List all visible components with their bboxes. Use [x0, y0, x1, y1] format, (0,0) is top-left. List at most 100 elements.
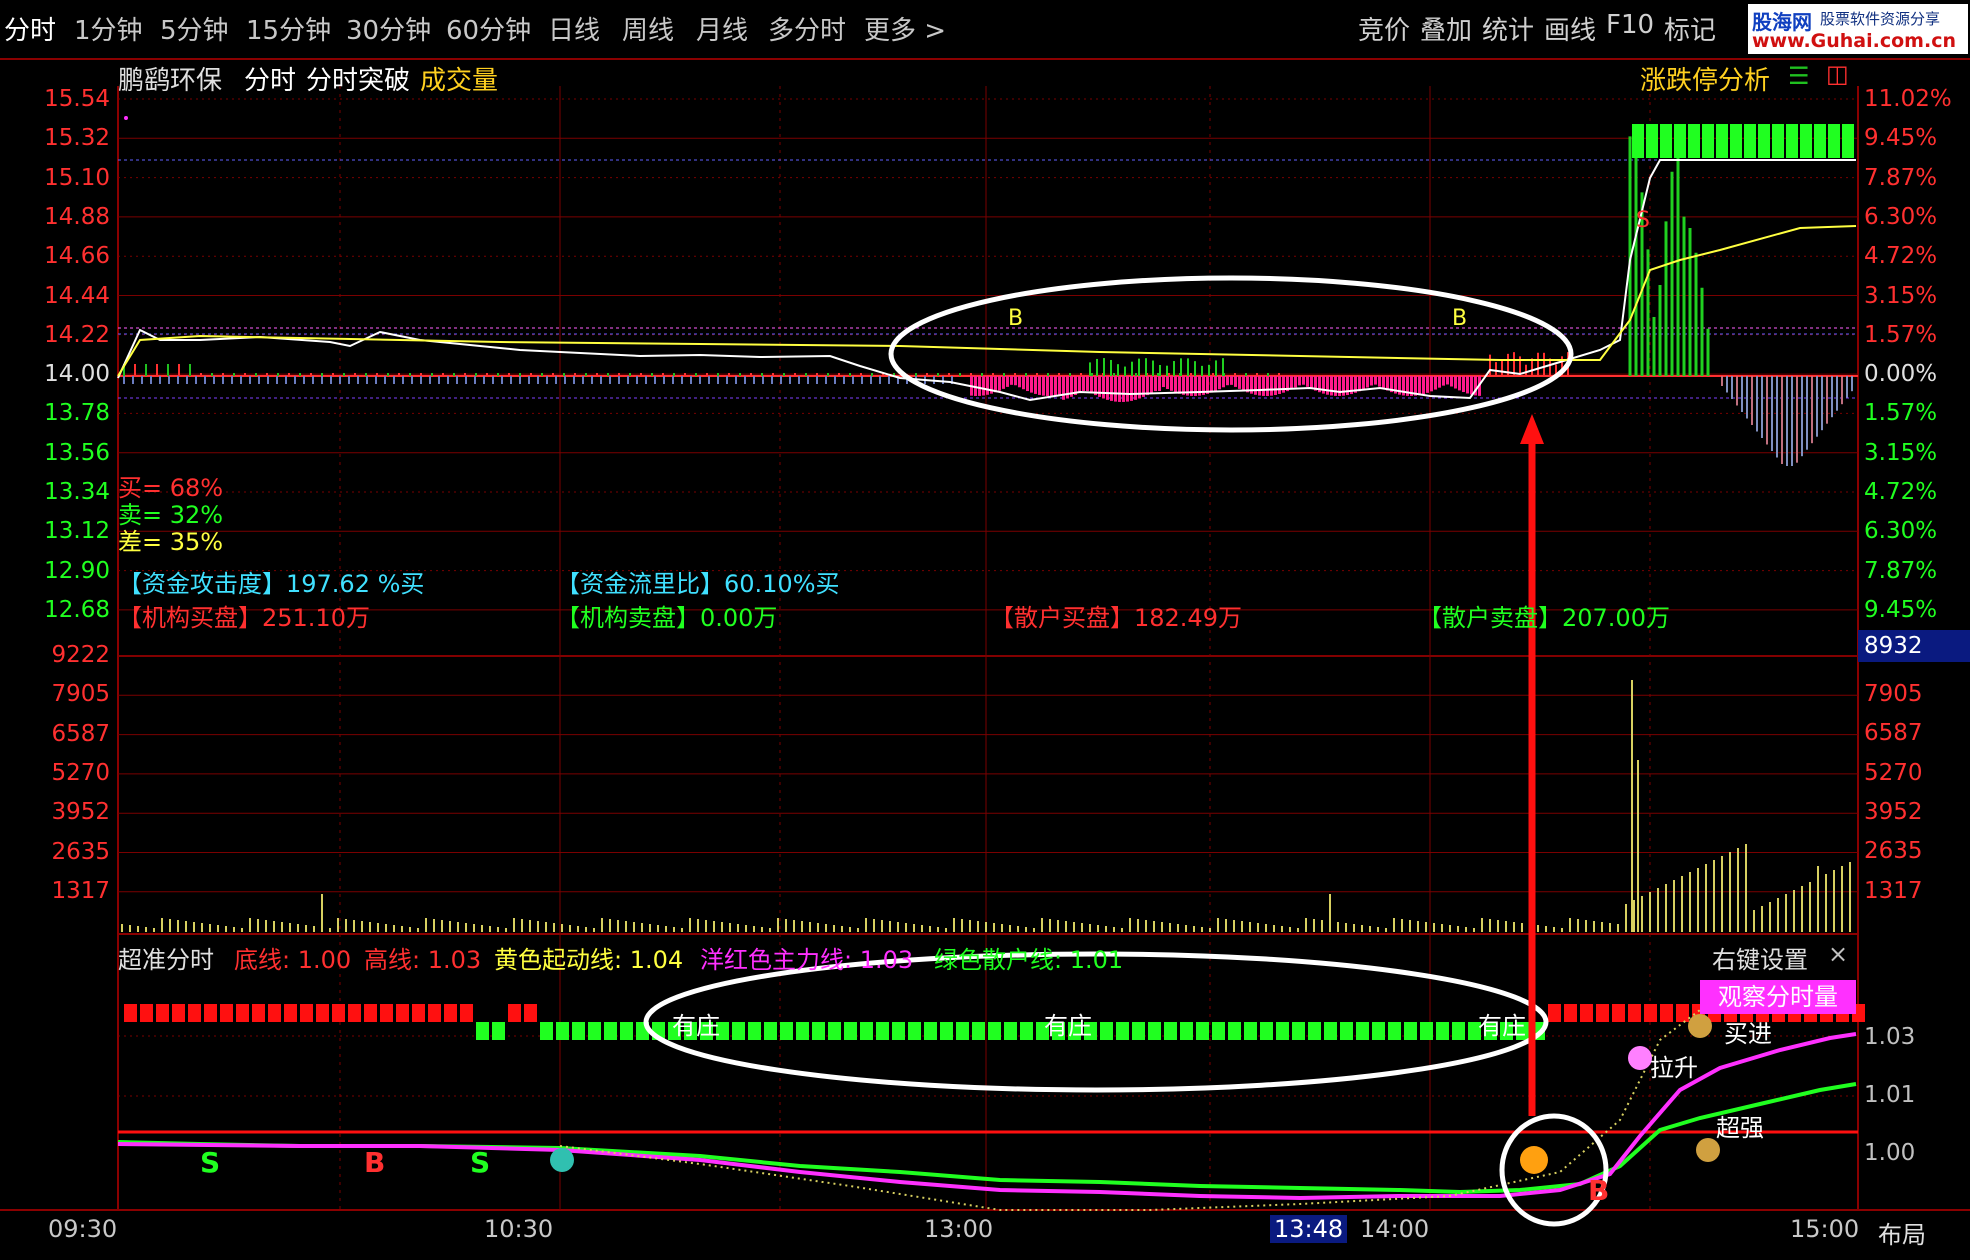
trend-bar — [444, 1004, 457, 1022]
money-flow-bar — [1102, 376, 1105, 399]
trend-bar — [252, 1004, 265, 1022]
trend-bar — [780, 1022, 793, 1040]
trend-bar — [812, 1022, 825, 1040]
money-flow-bar — [1162, 376, 1165, 388]
trend-bar — [956, 1022, 969, 1040]
money-flow-bar — [1418, 376, 1421, 396]
money-flow-bar — [1374, 376, 1377, 385]
money-flow-bar — [1294, 376, 1297, 388]
percent-tick-label: 9.45% — [1864, 596, 1938, 623]
volume-tick-label-right: 3952 — [1864, 798, 1923, 825]
price-tick-label: 15.10 — [44, 164, 110, 191]
percent-tick-label: 11.02% — [1864, 86, 1952, 112]
s-signal: S — [470, 1146, 491, 1179]
money-flow-bar — [1370, 376, 1373, 386]
price-tick-label: 15.32 — [44, 125, 110, 152]
trend-bar — [1180, 1022, 1193, 1040]
money-flow-bar — [1446, 376, 1449, 385]
fund-attack-stat: 【资金攻击度】197.62 %买 — [118, 570, 425, 598]
money-flow-bar — [1022, 376, 1025, 390]
money-flow-bar — [1274, 376, 1277, 395]
percent-tick-label: 1.57% — [1864, 321, 1938, 348]
volume-tick-label-right: 1317 — [1864, 877, 1923, 904]
indicator-panel-name: 超准分时 — [118, 946, 214, 974]
trend-bar — [604, 1022, 617, 1040]
trend-bar — [508, 1004, 521, 1022]
trend-bar — [124, 1004, 137, 1022]
money-flow-bar — [1014, 376, 1017, 386]
trend-bar — [300, 1004, 313, 1022]
limit-up-block — [1772, 124, 1784, 158]
limit-up-block — [1702, 124, 1714, 158]
price-tick-label: 13.34 — [44, 479, 110, 505]
money-flow-bar — [1470, 376, 1473, 395]
money-flow-bar — [1010, 376, 1013, 385]
price-tick-label: 12.90 — [44, 557, 110, 584]
trend-bar — [1228, 1022, 1241, 1040]
money-flow-bar — [1430, 376, 1433, 392]
money-flow-bar — [1178, 376, 1181, 394]
trend-bar — [412, 1004, 425, 1022]
limit-up-block — [1828, 124, 1840, 158]
right-click-settings[interactable]: 右键设置 — [1712, 940, 1808, 975]
retail-buy-stat: 【散户买盘】182.49万 — [990, 604, 1242, 632]
trend-bar — [540, 1022, 553, 1040]
trend-bar — [1324, 1022, 1337, 1040]
percent-tick-label: 7.87% — [1864, 164, 1938, 191]
money-flow-bar — [1298, 376, 1301, 386]
signal-pull-up: 拉升 — [1650, 1054, 1698, 1082]
annotation-arrowhead — [1520, 414, 1544, 444]
money-flow-bar — [1222, 376, 1225, 388]
time-label: 15:00 — [1790, 1215, 1860, 1243]
money-flow-bar — [1290, 376, 1293, 390]
volume-badge: 8932 — [1858, 630, 1970, 662]
trend-bar — [1388, 1022, 1401, 1040]
magenta-line-value: 洋红色主力线: 1.03 — [700, 946, 914, 974]
limit-up-block — [1786, 124, 1798, 158]
trend-bar — [860, 1022, 873, 1040]
money-flow-bar — [1238, 376, 1241, 389]
b-marker: B — [1452, 306, 1468, 331]
percent-tick-label: 6.30% — [1864, 203, 1938, 230]
chart-marks — [117, 116, 1865, 1227]
money-flow-bar — [1166, 376, 1169, 390]
money-flow-bar — [1146, 376, 1149, 396]
money-flow-bar — [998, 376, 1001, 391]
trend-bar — [1356, 1022, 1369, 1040]
volume-tick-label: 1317 — [51, 877, 110, 904]
layout-button[interactable]: 布局 — [1878, 1215, 1926, 1250]
trend-bar — [572, 1022, 585, 1040]
percent-tick-label: 0.00% — [1864, 361, 1938, 388]
trend-bar — [1004, 1022, 1017, 1040]
trend-bar — [204, 1004, 217, 1022]
trend-bar — [316, 1004, 329, 1022]
close-icon[interactable]: × — [1828, 940, 1848, 968]
time-label: 09:30 — [48, 1215, 118, 1243]
trend-bar — [1420, 1022, 1433, 1040]
b-signal: B — [1588, 1174, 1610, 1207]
trend-bar — [428, 1004, 441, 1022]
price-tick-label: 14.00 — [44, 361, 110, 388]
price-tick-label: 13.12 — [44, 518, 110, 545]
limit-up-block — [1632, 124, 1644, 158]
b-marker: B — [1008, 306, 1024, 331]
trend-bar — [972, 1022, 985, 1040]
trend-bar — [1116, 1022, 1129, 1040]
money-flow-bar — [1046, 376, 1049, 396]
ind-axis-label: 1.03 — [1864, 1024, 1916, 1050]
money-flow-bar — [1082, 376, 1085, 391]
zhuang-label: 有庄 — [1044, 1012, 1092, 1040]
money-flow-bar — [1306, 376, 1309, 387]
volume-tick-label: 6587 — [51, 720, 110, 747]
money-flow-bar — [1174, 376, 1177, 393]
money-flow-bar — [1234, 376, 1237, 387]
trend-bar — [1164, 1022, 1177, 1040]
money-flow-bar — [1326, 376, 1329, 395]
trend-bar — [172, 1004, 185, 1022]
price-line — [117, 159, 1856, 402]
money-flow-bar — [1026, 376, 1029, 392]
trend-bar — [988, 1022, 1001, 1040]
trend-bar — [268, 1004, 281, 1022]
price-tick-label: 15.54 — [44, 86, 110, 112]
volume-tick-label: 2635 — [51, 838, 110, 865]
